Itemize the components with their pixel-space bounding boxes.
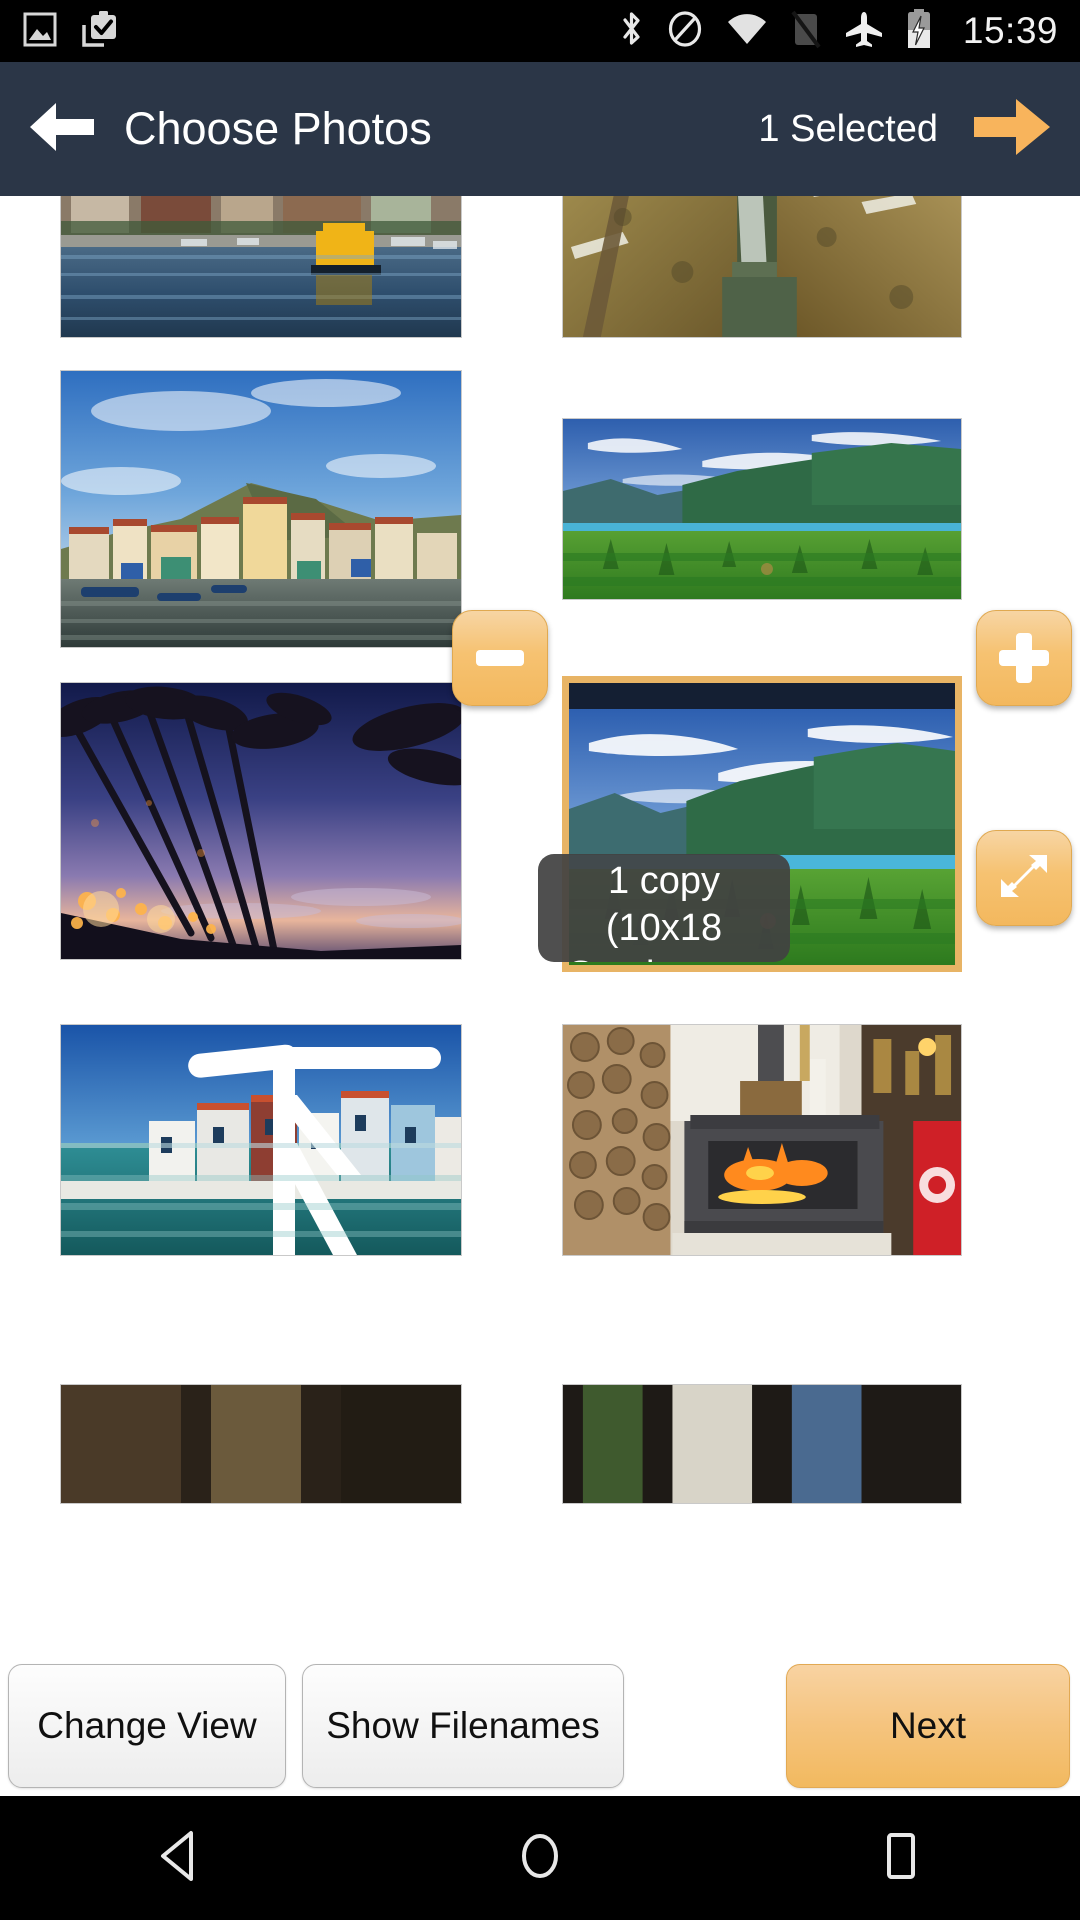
change-view-button[interactable]: Change View: [8, 1664, 286, 1788]
back-button[interactable]: [14, 62, 110, 196]
nav-home-icon: [511, 1827, 569, 1890]
status-bar: 15:39: [0, 0, 1080, 62]
plus-icon: [977, 611, 1071, 705]
status-bar-right-icons: 15:39: [619, 8, 1080, 55]
back-arrow-icon: [26, 97, 98, 162]
nav-back-icon: [153, 1827, 207, 1890]
app-header: Choose Photos 1 Selected: [0, 62, 1080, 196]
minus-icon: [475, 650, 525, 666]
sim-off-icon: [789, 8, 823, 55]
bottom-toolbar: Change View Show Filenames Next: [0, 1656, 1080, 1796]
nav-recents-icon: [874, 1827, 926, 1890]
forward-arrow-icon: [970, 91, 1054, 168]
photo-grid-item[interactable]: [562, 1384, 962, 1504]
increase-copies-button[interactable]: [976, 610, 1072, 706]
photo-grid-item[interactable]: [60, 370, 462, 648]
nav-back-button[interactable]: [105, 1796, 255, 1920]
photo-grid-item[interactable]: [562, 196, 962, 338]
photo-palm-sunset: [60, 682, 462, 960]
do-not-disturb-icon: [665, 9, 705, 54]
photo-coastal-town: [60, 370, 462, 648]
next-button[interactable]: Next: [786, 1664, 1070, 1788]
decrease-copies-button[interactable]: [452, 610, 548, 706]
status-bar-clock: 15:39: [962, 10, 1058, 51]
photo-grid-item[interactable]: [60, 682, 462, 960]
photo-grid[interactable]: 1 copy (10x18 Semi matte Paper): [0, 196, 1080, 1656]
forward-button[interactable]: [954, 62, 1070, 196]
photo-row4-right: [562, 1384, 962, 1504]
page-title: Choose Photos: [124, 103, 432, 154]
photo-grid-item[interactable]: [60, 1384, 462, 1504]
photo-harbor-boats: [60, 196, 462, 338]
copy-info-tooltip: 1 copy (10x18 Semi matte Paper): [538, 854, 790, 962]
photo-row4-left: [60, 1384, 462, 1504]
photo-greek-village: [60, 1024, 462, 1256]
bluetooth-icon: [619, 9, 645, 54]
expand-diagonal-icon: [993, 845, 1055, 912]
photo-grid-item[interactable]: [60, 196, 462, 338]
nav-recents-button[interactable]: [825, 1796, 975, 1920]
photo-grid-item[interactable]: [562, 418, 962, 600]
nav-home-button[interactable]: [465, 1796, 615, 1920]
app-screen: 15:39 Choose Photos 1 Selected 1 copy (1…: [0, 0, 1080, 1920]
photo-wood-stove: [562, 1024, 962, 1256]
wifi-icon: [725, 9, 769, 54]
photo-canyon-waterfall: [562, 196, 962, 338]
photo-grid-item[interactable]: [562, 1024, 962, 1256]
android-nav-bar: [0, 1796, 1080, 1920]
image-icon: [22, 10, 58, 53]
clipboard-check-icon: [80, 9, 120, 54]
status-bar-left-icons: [0, 9, 120, 54]
airplane-mode-icon: [843, 9, 885, 54]
selected-photo-header-strip: [569, 683, 955, 709]
battery-charging-icon: [905, 8, 933, 55]
selected-count-label: 1 Selected: [758, 107, 938, 150]
photo-lake-valley: [562, 418, 962, 600]
show-filenames-button[interactable]: Show Filenames: [302, 1664, 624, 1788]
photo-grid-item[interactable]: [60, 1024, 462, 1256]
expand-photo-button[interactable]: [976, 830, 1072, 926]
